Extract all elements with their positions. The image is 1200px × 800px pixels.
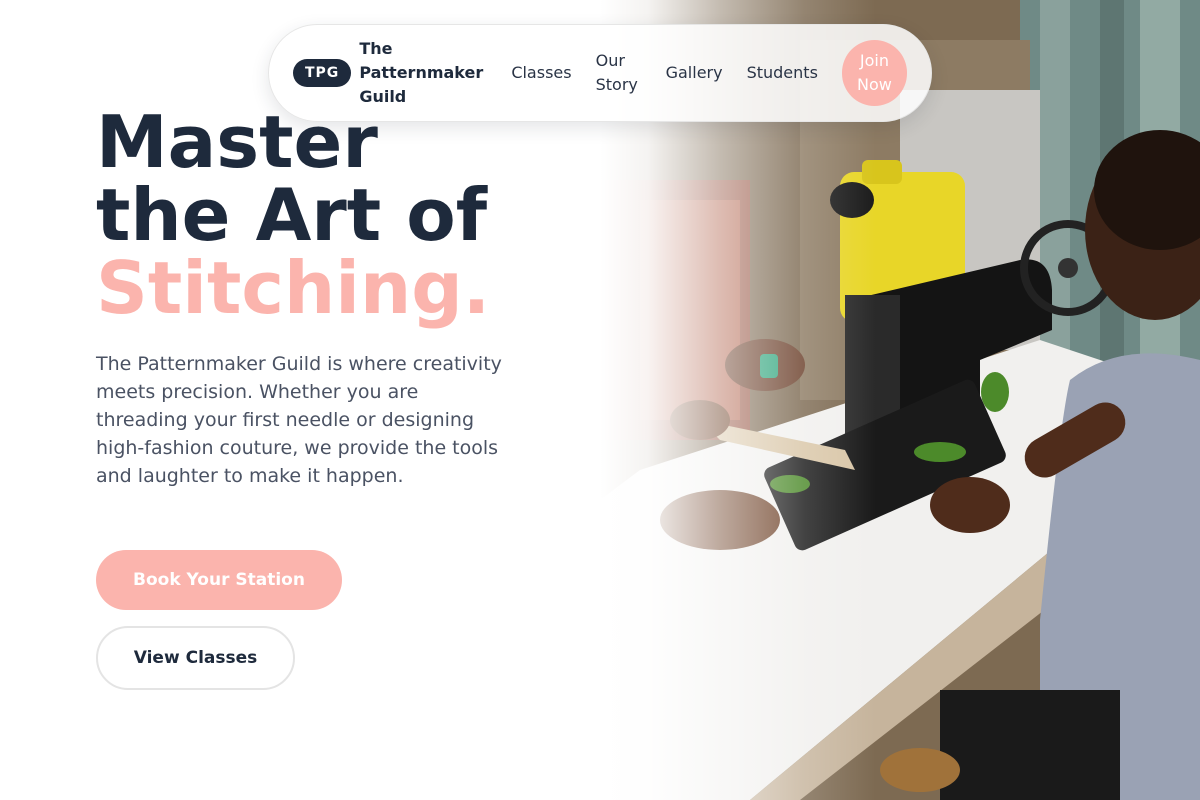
hero-heading-line-1: Master — [96, 100, 378, 184]
logo-badge: TPG — [293, 59, 352, 87]
hero-heading: Master the Art of Stitching. — [96, 106, 576, 325]
hero-heading-accent: Stitching. — [96, 246, 491, 330]
brand-name: The Patternmaker Guild — [359, 39, 484, 106]
nav-link-classes[interactable]: Classes — [511, 61, 571, 85]
brand-logo-link[interactable]: TPG The Patternmaker Guild — [293, 37, 487, 109]
nav-link-students[interactable]: Students — [747, 61, 818, 85]
join-now-button[interactable]: Join Now — [841, 40, 907, 106]
nav-link-gallery[interactable]: Gallery — [666, 61, 723, 85]
hero-description: The Patternmaker Guild is where creativi… — [96, 353, 502, 487]
book-station-button[interactable]: Book Your Station — [96, 550, 342, 610]
nav-links: Classes Our Story Gallery Students — [511, 49, 842, 97]
nav-link-our-story[interactable]: Our Story — [596, 49, 642, 97]
view-classes-button[interactable]: View Classes — [96, 626, 295, 690]
hero-heading-line-2: the Art of — [96, 173, 488, 257]
landing-page: TPG The Patternmaker Guild Classes Our S… — [0, 0, 1200, 800]
